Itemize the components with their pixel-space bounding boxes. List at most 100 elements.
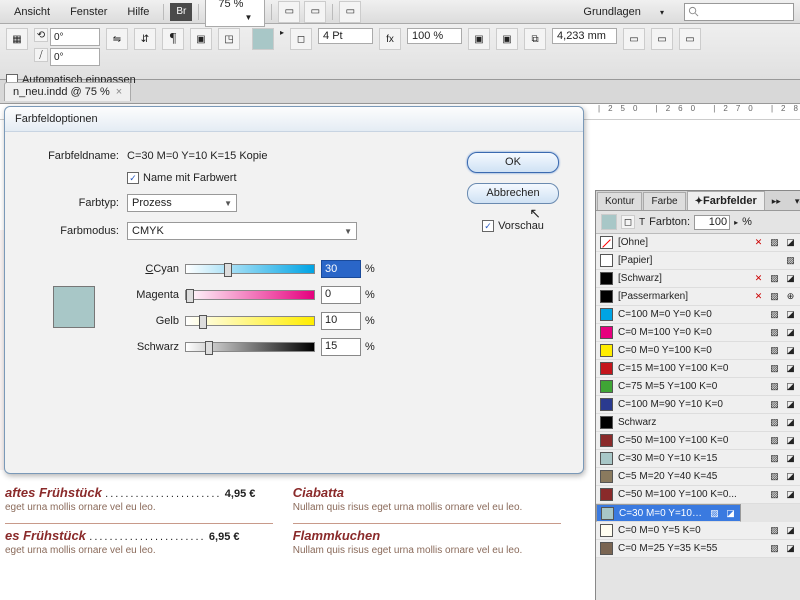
type-label: Farbtyp: — [27, 197, 127, 209]
swatch-row[interactable]: C=100 M=90 Y=10 K=0▨◪ — [596, 396, 800, 414]
corner-icon[interactable]: ◳ — [218, 28, 240, 50]
shear-input[interactable] — [50, 48, 100, 66]
swatch-row[interactable]: C=50 M=100 Y=100 K=0...▨◪ — [596, 486, 800, 504]
type-icon: ◪ — [785, 453, 796, 464]
menu-view[interactable]: Ansicht — [6, 3, 58, 21]
cancel-button[interactable]: Abbrechen — [467, 183, 559, 204]
rotate-icon[interactable]: ⟲ — [34, 28, 48, 42]
black-label: Schwarz — [125, 341, 185, 353]
color-model-icon: ▨ — [769, 453, 780, 464]
view-options-icon[interactable]: ▭ — [278, 1, 300, 23]
tint-input[interactable]: 100 — [694, 215, 730, 230]
swatch-row[interactable]: C=30 M=0 Y=10 K=15▨◪ — [596, 450, 800, 468]
frame-fit-icon[interactable]: ▣ — [496, 28, 518, 50]
color-model-icon: ▨ — [769, 345, 780, 356]
screen-mode-icon[interactable]: ▭ — [304, 1, 326, 23]
swatch-chip — [600, 542, 613, 555]
tab-stroke[interactable]: Kontur — [597, 192, 642, 210]
fit-icon[interactable]: ▭ — [651, 28, 673, 50]
rotation-input[interactable] — [50, 28, 100, 46]
menu-help[interactable]: Hilfe — [119, 3, 157, 21]
cyan-input[interactable]: 30 — [321, 260, 361, 278]
yellow-slider[interactable] — [185, 316, 315, 326]
lock-icon: ✕ — [753, 237, 764, 248]
swatch-row[interactable]: C=0 M=100 Y=0 K=0▨◪ — [596, 324, 800, 342]
color-model-icon: ▨ — [785, 255, 796, 266]
name-with-color-checkbox[interactable]: ✓Name mit Farbwert — [127, 172, 237, 184]
black-slider[interactable] — [185, 342, 315, 352]
arrange-icon[interactable]: ▭ — [339, 1, 361, 23]
panel-expand-icon[interactable]: ▸▸ — [765, 193, 788, 210]
color-model-icon: ▨ — [769, 327, 780, 338]
frame-crop-icon[interactable]: ⧉ — [524, 28, 546, 50]
workspace-select[interactable]: Grundlagen ▾ — [567, 3, 680, 21]
zoom-select[interactable]: 75 % ▼ — [205, 0, 265, 27]
swatch-name: C=5 M=20 Y=40 K=45 — [618, 471, 764, 482]
swatch-row[interactable]: Schwarz▨◪ — [596, 414, 800, 432]
panel-menu-icon[interactable]: ▾≡ — [788, 193, 800, 210]
menu-window[interactable]: Fenster — [62, 3, 115, 21]
bridge-icon[interactable]: Br — [170, 3, 192, 21]
swatch-row[interactable]: C=30 M=0 Y=10 K=1...▨◪ — [596, 504, 741, 522]
flip-v-icon[interactable]: ⇵ — [134, 28, 156, 50]
swatch-row[interactable]: C=75 M=5 Y=100 K=0▨◪ — [596, 378, 800, 396]
color-mode-select[interactable]: CMYK▼ — [127, 222, 357, 240]
magenta-input[interactable]: 0 — [321, 286, 361, 304]
size-input[interactable]: 4,233 mm — [552, 28, 617, 44]
tint-label: Farbton: — [649, 216, 690, 228]
stroke-weight[interactable]: 4 Pt — [318, 28, 373, 44]
tab-swatches[interactable]: ✦Farbfelder — [687, 191, 765, 210]
magenta-label: Magenta — [125, 289, 185, 301]
swatch-row[interactable]: C=0 M=0 Y=100 K=0▨◪ — [596, 342, 800, 360]
swatch-list[interactable]: [Ohne]✕▨◪[Papier]▨[Schwarz]✕▨◪[Passermar… — [596, 234, 800, 599]
frame-fit-icon[interactable]: ▣ — [468, 28, 490, 50]
color-type-select[interactable]: Prozess▼ — [127, 194, 237, 212]
chevron-right-icon: ▸ — [280, 28, 284, 37]
tab-color[interactable]: Farbe — [643, 192, 685, 210]
fill-swatch[interactable] — [252, 28, 274, 50]
fit-icon[interactable]: ▭ — [623, 28, 645, 50]
swatch-row[interactable]: C=5 M=20 Y=40 K=45▨◪ — [596, 468, 800, 486]
type-icon: ◪ — [785, 525, 796, 536]
paragraph-icon[interactable]: ¶ — [162, 28, 184, 50]
swatch-row[interactable]: C=0 M=25 Y=35 K=55▨◪ — [596, 540, 800, 558]
black-input[interactable]: 15 — [321, 338, 361, 356]
fill-stroke-icon[interactable] — [601, 214, 617, 230]
document-tab[interactable]: n_neu.indd @ 75 %× — [4, 82, 131, 101]
search-input[interactable] — [684, 3, 794, 21]
shear-icon[interactable]: ⧸ — [34, 48, 48, 62]
swatch-row[interactable]: C=15 M=100 Y=100 K=0▨◪ — [596, 360, 800, 378]
color-model-icon: ▨ — [769, 543, 780, 554]
formatting-container-icon[interactable]: ◻ — [621, 215, 635, 229]
preview-checkbox[interactable]: ✓Vorschau — [482, 220, 544, 232]
swatch-row[interactable]: [Papier]▨ — [596, 252, 800, 270]
magenta-slider[interactable] — [185, 290, 315, 300]
cyan-slider[interactable] — [185, 264, 315, 274]
ok-button[interactable]: OK — [467, 152, 559, 173]
stroke-swatch[interactable]: ◻ — [290, 28, 312, 50]
separator — [198, 4, 199, 20]
fit-icon[interactable]: ▭ — [679, 28, 701, 50]
swatch-chip — [600, 524, 613, 537]
swatch-row[interactable]: [Ohne]✕▨◪ — [596, 234, 800, 252]
color-model-icon: ▨ — [769, 273, 780, 284]
yellow-input[interactable]: 10 — [321, 312, 361, 330]
type-icon: ◪ — [785, 417, 796, 428]
chevron-down-icon: ▼ — [344, 227, 352, 236]
formatting-text-icon[interactable]: T — [639, 217, 645, 228]
swatch-row[interactable]: C=100 M=0 Y=0 K=0▨◪ — [596, 306, 800, 324]
effects-icon[interactable]: fx — [379, 28, 401, 50]
flip-h-icon[interactable]: ⇋ — [106, 28, 128, 50]
close-icon[interactable]: × — [116, 86, 122, 98]
opacity-input[interactable]: 100 % — [407, 28, 462, 44]
swatch-row[interactable]: [Schwarz]✕▨◪ — [596, 270, 800, 288]
text-wrap-icon[interactable]: ▣ — [190, 28, 212, 50]
chevron-right-icon: ▸ — [734, 218, 738, 227]
chevron-down-icon: ▼ — [224, 199, 232, 208]
object-icon[interactable]: ▦ — [6, 28, 28, 50]
swatch-row[interactable]: C=50 M=100 Y=100 K=0▨◪ — [596, 432, 800, 450]
swatch-chip — [600, 362, 613, 375]
swatch-name: Schwarz — [618, 417, 764, 428]
swatch-row[interactable]: C=0 M=0 Y=5 K=0▨◪ — [596, 522, 800, 540]
swatch-row[interactable]: [Passermarken]✕▨⊕ — [596, 288, 800, 306]
